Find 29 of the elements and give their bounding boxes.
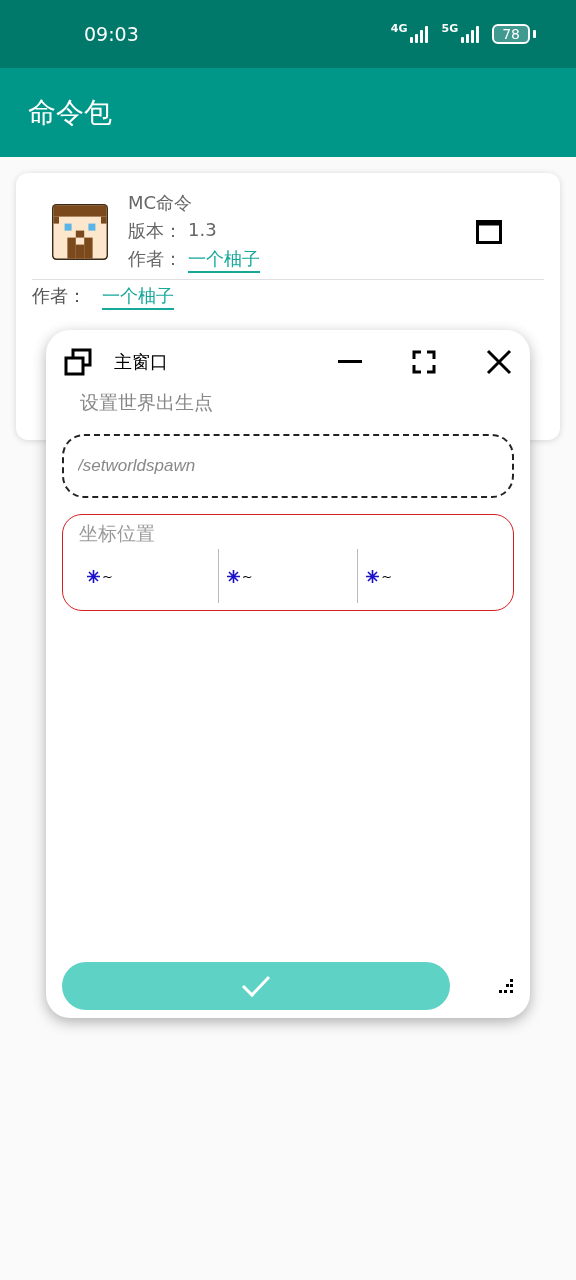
coordinates-label: 坐标位置 <box>79 521 156 546</box>
signal-icon <box>461 25 482 43</box>
network-type: 4G <box>390 22 408 35</box>
minimize-icon[interactable] <box>338 360 362 364</box>
version-number: 1.3 <box>188 219 217 242</box>
check-icon <box>241 974 271 998</box>
author-label: 作者： <box>128 247 182 271</box>
package-name: MC命令 <box>128 191 194 215</box>
asterisk-icon <box>226 569 240 583</box>
clock: 09:03 <box>84 23 139 45</box>
asterisk-icon <box>87 569 100 583</box>
network-type: 5G <box>441 22 459 35</box>
version-label: 版本： <box>128 219 182 243</box>
coordinate-field[interactable]: ~ <box>217 549 358 603</box>
author-label: 作者： <box>32 284 86 308</box>
coordinate-field[interactable]: ~ <box>357 549 497 603</box>
command-description: 设置世界出生点 <box>80 390 214 415</box>
asterisk-icon <box>366 569 380 583</box>
fullscreen-icon[interactable] <box>412 350 436 374</box>
battery-level: 78 <box>492 24 530 44</box>
signal-icon <box>410 25 431 43</box>
close-icon[interactable] <box>486 349 512 375</box>
window-icon[interactable] <box>476 220 502 244</box>
resize-grip-icon[interactable] <box>498 978 514 994</box>
window-title: 主窗口 <box>114 350 168 374</box>
restore-icon[interactable] <box>64 348 92 376</box>
app-title: 命令包 <box>28 94 112 131</box>
coordinate-field[interactable]: ~ <box>79 549 218 603</box>
pixel-head-icon <box>52 204 108 260</box>
